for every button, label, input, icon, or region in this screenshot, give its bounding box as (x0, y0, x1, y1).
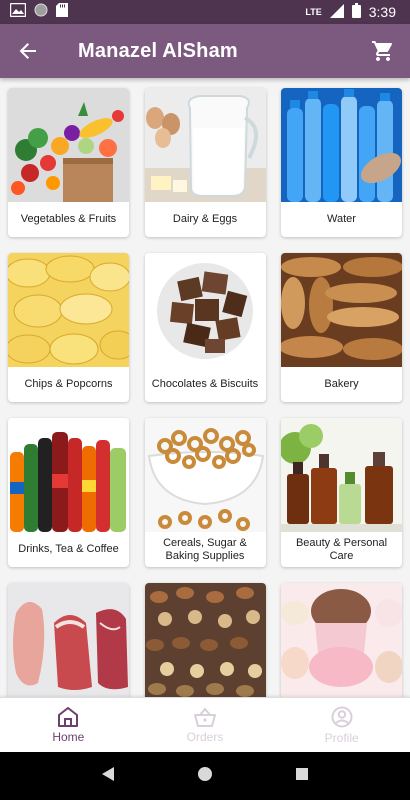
bottom-nav: Home Orders Profile (0, 697, 410, 752)
category-label: Chocolates & Biscuits (151, 378, 259, 390)
status-bar: LTE 3:39 (0, 0, 410, 24)
vegetables-fruits-image (8, 88, 129, 202)
lte-label: LTE (305, 7, 322, 17)
status-time: 3:39 (368, 4, 396, 20)
home-circle-icon[interactable] (197, 766, 213, 787)
back-button[interactable] (0, 24, 56, 78)
gallery-icon (9, 2, 27, 22)
nav-profile[interactable]: Profile (273, 698, 410, 752)
profile-icon (331, 706, 353, 727)
category-card-meat[interactable] (8, 583, 129, 698)
nav-profile-label: Profile (324, 730, 359, 745)
dairy-eggs-image (144, 88, 266, 202)
category-card-cereals[interactable]: Cereals, Sugar & Baking Supplies (144, 418, 266, 567)
home-icon (58, 706, 79, 727)
category-card-chocolates[interactable]: Chocolates & Biscuits (144, 253, 266, 402)
meat-image (8, 583, 129, 697)
category-label: Drinks, Tea & Coffee (18, 543, 119, 555)
category-card-ice-cream[interactable] (281, 583, 402, 698)
bakery-image (281, 253, 402, 367)
signal-icon (329, 3, 344, 21)
category-label: Bakery (324, 378, 359, 390)
circle-icon (34, 3, 48, 22)
category-grid: Vegetables & Fruits Dairy & Eggs Water C… (0, 78, 410, 698)
category-card-water[interactable]: Water (281, 88, 402, 237)
chocolates-image (144, 253, 266, 367)
cart-button[interactable] (356, 24, 410, 78)
cereals-image (144, 418, 266, 532)
sd-card-icon (56, 2, 68, 22)
ice-cream-image (281, 583, 402, 697)
category-card-dairy-eggs[interactable]: Dairy & Eggs (144, 88, 266, 237)
battery-icon (351, 3, 361, 21)
category-label: Water (327, 213, 356, 225)
nav-orders-label: Orders (186, 729, 224, 744)
category-card-drinks[interactable]: Drinks, Tea & Coffee (8, 418, 129, 567)
back-triangle-icon[interactable] (101, 766, 115, 787)
category-card-beauty[interactable]: Beauty & Personal Care (281, 418, 402, 567)
nav-orders[interactable]: Orders (137, 698, 274, 752)
arrow-back-icon (19, 43, 36, 59)
basket-icon (194, 706, 216, 727)
category-card-bakery[interactable]: Bakery (281, 253, 402, 402)
screen: LTE 3:39 Manazel AlSham Vegetables & Fru… (0, 0, 410, 800)
category-label: Chips & Popcorns (24, 378, 113, 390)
category-label: Dairy & Eggs (172, 213, 238, 225)
category-label: Cereals, Sugar & Baking Supplies (163, 536, 247, 562)
beauty-image (281, 418, 402, 532)
shopping-cart-icon (372, 41, 393, 61)
category-label: Beauty & Personal Care (295, 536, 388, 562)
app-bar: Manazel AlSham (0, 24, 410, 78)
recents-square-icon[interactable] (295, 767, 309, 786)
nav-home[interactable]: Home (0, 698, 137, 752)
category-card-nuts[interactable] (144, 583, 266, 698)
nav-home-label: Home (52, 729, 85, 744)
drinks-image (8, 418, 129, 532)
category-card-chips[interactable]: Chips & Popcorns (8, 253, 129, 402)
page-title: Manazel AlSham (78, 39, 238, 62)
system-nav-bar (0, 752, 410, 800)
category-label: Vegetables & Fruits (20, 213, 117, 225)
nuts-image (144, 583, 266, 697)
chips-image (8, 253, 129, 367)
water-image (281, 88, 402, 202)
category-card-vegetables-fruits[interactable]: Vegetables & Fruits (8, 88, 129, 237)
